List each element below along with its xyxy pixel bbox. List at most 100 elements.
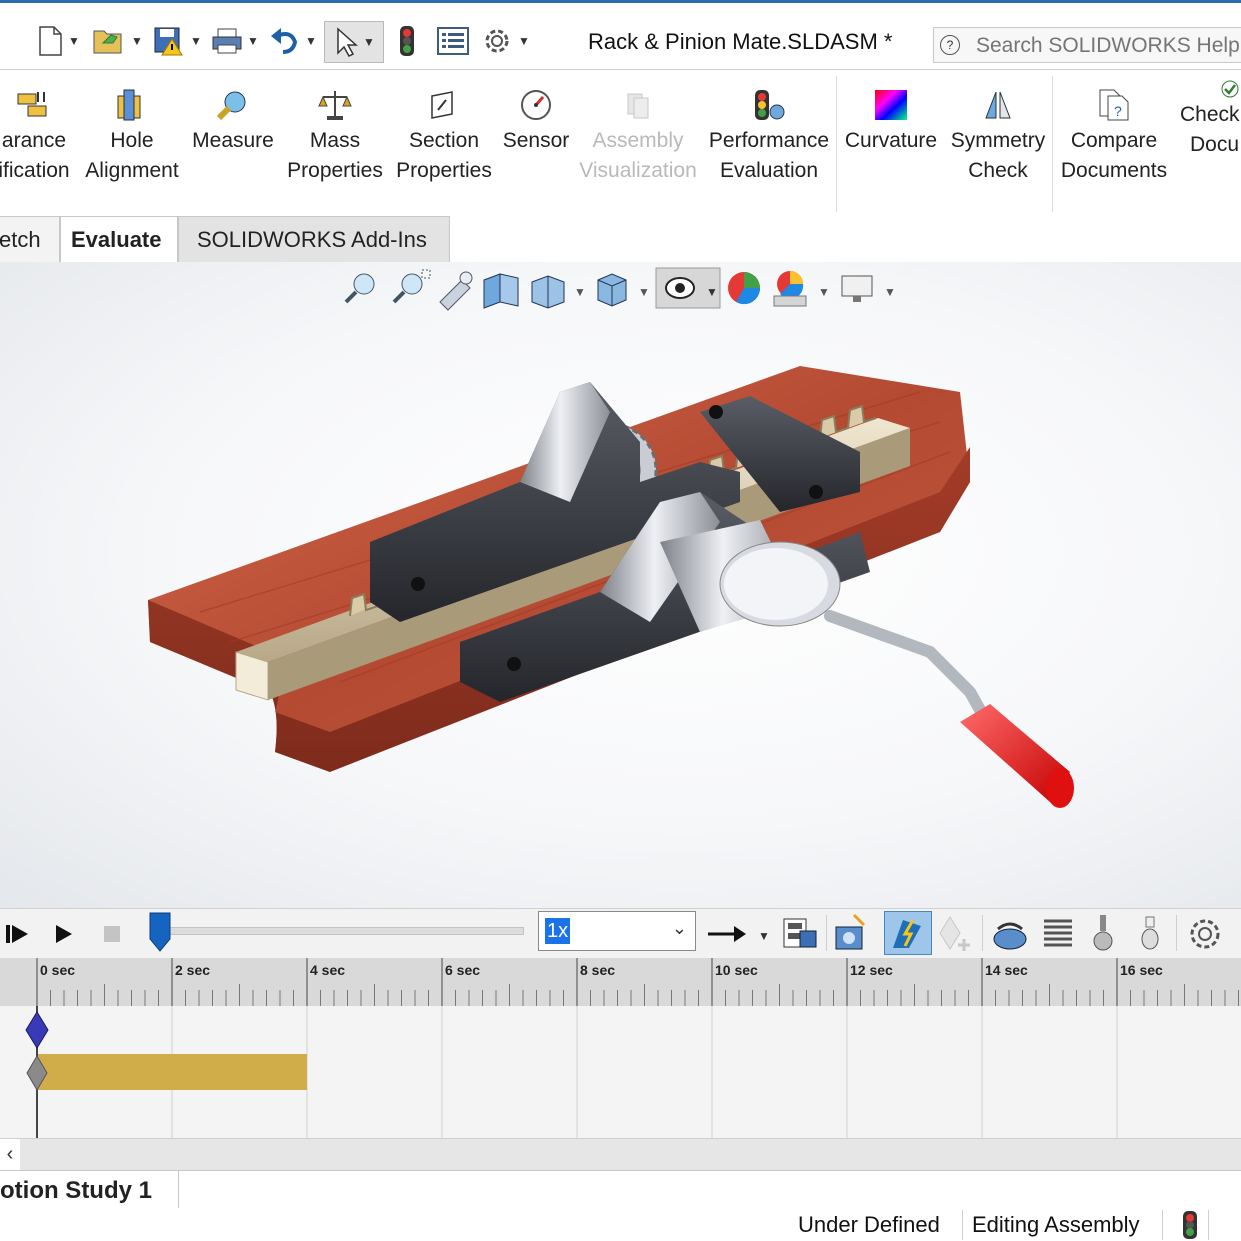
- tab-evaluate[interactable]: Evaluate: [60, 216, 178, 262]
- status-bar: Under Defined Editing Assembly: [0, 1208, 1241, 1241]
- scroll-left-button[interactable]: ‹: [0, 1139, 20, 1171]
- file-properties-icon: [437, 27, 469, 55]
- hide-show-items-icon[interactable]: [665, 277, 695, 299]
- ribbon-separator: [836, 76, 837, 212]
- spring-icon[interactable]: [1038, 913, 1078, 953]
- rebuild-status-icon[interactable]: [1180, 1210, 1200, 1240]
- options-button[interactable]: ▼: [476, 21, 534, 61]
- autokey-button[interactable]: [884, 911, 932, 955]
- playback-mode-icon[interactable]: ▼: [706, 917, 776, 951]
- editing-mode-status: Editing Assembly: [972, 1212, 1140, 1237]
- performance-evaluation-button[interactable]: Performance Evaluation: [704, 88, 834, 186]
- new-document-icon: [39, 26, 62, 56]
- autokey-icon: [893, 919, 921, 948]
- rebuild-button[interactable]: [392, 21, 422, 61]
- svg-text:▼: ▼: [758, 929, 770, 943]
- motor-icon[interactable]: [990, 915, 1030, 953]
- select-pointer-icon: [337, 27, 359, 57]
- motion-study-properties-icon[interactable]: [1186, 915, 1226, 955]
- svg-text:?: ?: [1114, 103, 1122, 119]
- section-properties-icon: [431, 91, 453, 119]
- edit-appearance-icon[interactable]: [728, 272, 761, 305]
- rebuild-traffic-light-icon: [400, 26, 414, 56]
- apply-scene-icon[interactable]: [773, 271, 807, 307]
- open-file-button[interactable]: ▼: [88, 21, 146, 61]
- graphics-viewport[interactable]: ▼ ▼ ▼ ▼ ▼: [0, 262, 1241, 908]
- select-button[interactable]: ▼: [324, 21, 384, 63]
- assembly-visualization-button[interactable]: Assembly Visualization: [576, 88, 700, 186]
- chevron-down-icon: ⌄: [671, 918, 687, 938]
- play-icon[interactable]: [50, 915, 80, 951]
- rack-and-pinion-model[interactable]: [140, 352, 1090, 872]
- add-key-icon[interactable]: [936, 913, 976, 953]
- save-animation-icon[interactable]: [780, 913, 820, 953]
- tab-motion-study-1[interactable]: otion Study 1: [0, 1171, 179, 1209]
- motion-study-tabs: otion Study 1: [0, 1170, 1241, 1210]
- playback-slider-track[interactable]: [150, 927, 524, 935]
- new-document-button[interactable]: ▼: [30, 21, 86, 61]
- timeline-ticks: [36, 958, 1239, 1006]
- contact-icon[interactable]: [1084, 913, 1124, 953]
- command-manager-ribbon: arance ification Hole Alignment Measure …: [0, 70, 1241, 217]
- previous-view-icon[interactable]: [439, 271, 473, 311]
- animation-wizard-icon[interactable]: [832, 911, 872, 955]
- display-style-caret[interactable]: ▼: [638, 285, 650, 299]
- symmetry-check-icon: [985, 91, 1011, 119]
- open-file-icon: [93, 30, 122, 54]
- measure-icon: [216, 91, 246, 121]
- view-settings-icon[interactable]: [841, 275, 873, 302]
- compare-documents-button[interactable]: ? Compare Documents: [1056, 88, 1172, 186]
- file-properties-button[interactable]: [432, 21, 474, 61]
- print-icon: [212, 28, 242, 54]
- heads-up-view-toolbar: ▼ ▼ ▼ ▼ ▼: [344, 267, 896, 311]
- stop-icon[interactable]: [100, 915, 130, 951]
- check-document-button[interactable]: Check Docu: [1174, 78, 1241, 160]
- timeline-horizontal-scrollbar[interactable]: ‹: [0, 1138, 1241, 1171]
- hide-show-items-caret[interactable]: ▼: [706, 285, 718, 299]
- undo-icon: [271, 28, 298, 54]
- help-search-box[interactable]: ?: [933, 27, 1241, 63]
- hole-alignment-icon: [117, 89, 141, 121]
- document-title: Rack & Pinion Mate.SLDASM *: [588, 29, 893, 54]
- hole-alignment-button[interactable]: Hole Alignment: [80, 88, 184, 186]
- save-icon: [154, 27, 183, 56]
- sensor-button[interactable]: Sensor: [500, 88, 572, 156]
- mass-properties-button[interactable]: Mass Properties: [284, 88, 386, 186]
- print-button[interactable]: ▼: [208, 21, 262, 61]
- key-point-blue[interactable]: [24, 1010, 50, 1050]
- compare-documents-icon: ?: [1099, 89, 1129, 121]
- timeline-ruler[interactable]: 0 sec 2 sec 4 sec 6 sec 8 sec 10 sec 12 …: [0, 958, 1241, 1007]
- curvature-button[interactable]: Curvature: [840, 88, 942, 156]
- check-document-icon: [1221, 80, 1239, 98]
- command-manager-tabs: etch Evaluate SOLIDWORKS Add-Ins: [0, 216, 1241, 262]
- search-input[interactable]: [974, 31, 1241, 61]
- tab-sketch[interactable]: etch: [0, 216, 60, 262]
- options-gear-icon: [485, 29, 509, 53]
- timeline-change-bar[interactable]: [38, 1054, 307, 1090]
- sensor-icon: [521, 90, 551, 120]
- measure-button[interactable]: Measure: [188, 88, 278, 156]
- key-point-gray[interactable]: [24, 1054, 50, 1092]
- section-properties-button[interactable]: Section Properties: [392, 88, 496, 186]
- view-orientation-icon[interactable]: [531, 275, 565, 309]
- play-from-start-icon[interactable]: [0, 915, 36, 951]
- tab-solidworks-add-ins[interactable]: SOLIDWORKS Add-Ins: [178, 216, 450, 262]
- performance-evaluation-icon: [755, 90, 785, 120]
- playback-speed-select[interactable]: 1x ⌄: [538, 911, 696, 951]
- interference-detection-button[interactable]: arance ification: [0, 88, 74, 186]
- display-style-icon[interactable]: [597, 273, 627, 307]
- playback-slider-thumb[interactable]: [148, 911, 174, 953]
- view-settings-caret[interactable]: ▼: [884, 285, 896, 299]
- view-orientation-caret[interactable]: ▼: [574, 285, 586, 299]
- zoom-to-fit-icon[interactable]: [344, 273, 375, 304]
- undo-button[interactable]: ▼: [266, 21, 320, 61]
- save-button[interactable]: ▼: [148, 21, 206, 61]
- section-view-icon[interactable]: [483, 273, 519, 309]
- mass-properties-icon: [318, 91, 352, 120]
- gravity-icon[interactable]: [1132, 913, 1172, 953]
- symmetry-check-button[interactable]: Symmetry Check: [946, 88, 1050, 186]
- zoom-to-area-icon[interactable]: [392, 269, 431, 304]
- timeline-tracks[interactable]: [0, 1006, 1241, 1138]
- curvature-icon: [875, 90, 907, 120]
- apply-scene-caret[interactable]: ▼: [818, 285, 830, 299]
